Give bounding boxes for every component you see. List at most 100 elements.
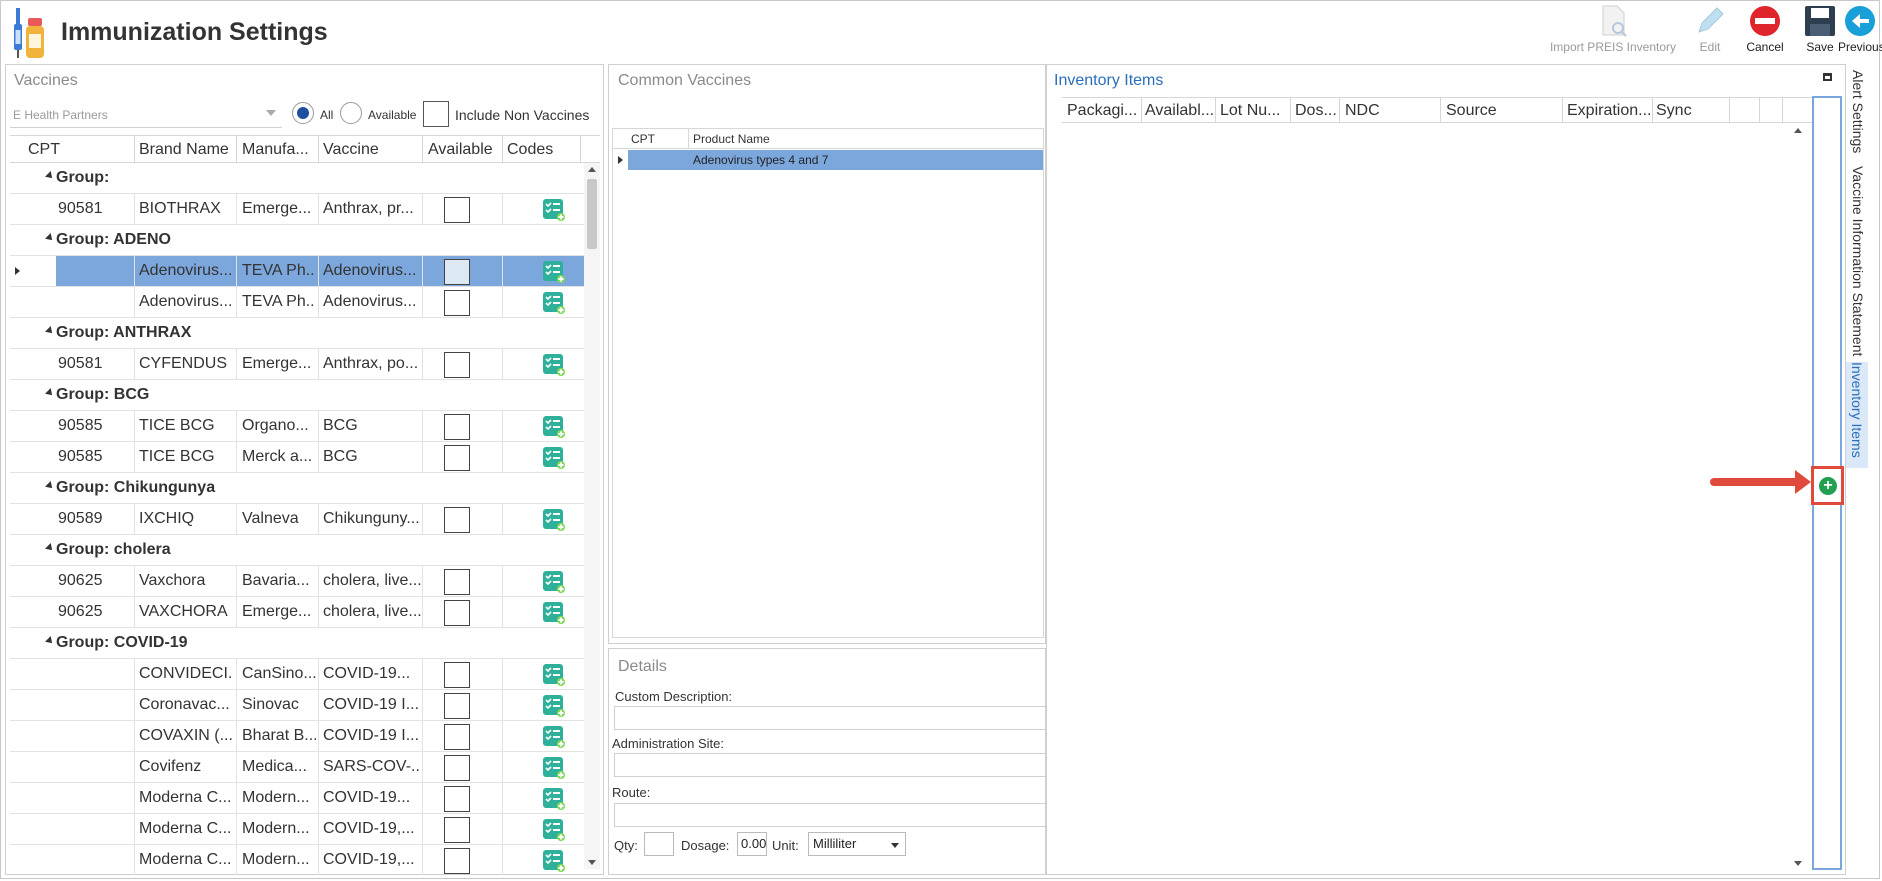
- group-row[interactable]: Group: COVID-19: [10, 628, 584, 659]
- table-row-selected[interactable]: Adenovirus... TEVA Ph... Adenovirus...: [10, 256, 584, 287]
- column-header-codes[interactable]: Codes: [507, 141, 553, 159]
- column-header-available[interactable]: Available: [428, 141, 493, 159]
- table-row[interactable]: CONVIDECI... CanSino... COVID-19...: [10, 659, 584, 690]
- available-checkbox[interactable]: [444, 414, 470, 440]
- available-checkbox[interactable]: [444, 755, 470, 781]
- add-inventory-item-button[interactable]: +: [1811, 466, 1844, 505]
- codes-checklist-icon[interactable]: [542, 415, 566, 439]
- codes-checklist-icon[interactable]: [542, 756, 566, 780]
- inventory-grid-scrollbar[interactable]: [1790, 124, 1806, 870]
- table-row[interactable]: Moderna C... Modern... COVID-19,...: [10, 814, 584, 845]
- available-checkbox[interactable]: [444, 662, 470, 688]
- scroll-up-arrow-icon[interactable]: [588, 167, 596, 172]
- available-checkbox[interactable]: [444, 693, 470, 719]
- group-row[interactable]: Group:: [10, 163, 584, 194]
- group-row[interactable]: Group: BCG: [10, 380, 584, 411]
- group-row[interactable]: Group: cholera: [10, 535, 584, 566]
- available-checkbox[interactable]: [444, 259, 470, 285]
- available-checkbox[interactable]: [444, 600, 470, 626]
- available-checkbox[interactable]: [444, 848, 470, 874]
- table-row[interactable]: Moderna C... Modern... COVID-19,...: [10, 845, 584, 875]
- scroll-down-arrow-icon[interactable]: [588, 860, 596, 865]
- tab-vaccine-information-statement[interactable]: Vaccine Information Statement: [1850, 166, 1866, 358]
- column-header-source[interactable]: Source: [1446, 102, 1497, 120]
- codes-checklist-icon[interactable]: [542, 508, 566, 532]
- column-header-manufacturer[interactable]: Manufa...: [242, 141, 309, 159]
- group-row[interactable]: Group: Chikungunya: [10, 473, 584, 504]
- expand-triangle-icon[interactable]: [45, 481, 55, 491]
- scroll-down-arrow-icon[interactable]: [1794, 861, 1802, 866]
- expand-triangle-icon[interactable]: [45, 636, 55, 646]
- radio-available[interactable]: [340, 102, 362, 124]
- available-checkbox[interactable]: [444, 817, 470, 843]
- codes-checklist-icon[interactable]: [542, 291, 566, 315]
- column-header-brand-name[interactable]: Brand Name: [139, 141, 229, 159]
- codes-checklist-icon[interactable]: [542, 663, 566, 687]
- column-header-lot-number[interactable]: Lot Nu...: [1220, 102, 1280, 120]
- codes-checklist-icon[interactable]: [542, 353, 566, 377]
- codes-checklist-icon[interactable]: [542, 570, 566, 594]
- column-header-cpt[interactable]: CPT: [28, 141, 60, 159]
- available-checkbox[interactable]: [444, 197, 470, 223]
- column-header-cpt[interactable]: CPT: [631, 132, 655, 146]
- codes-checklist-icon[interactable]: [542, 818, 566, 842]
- expand-triangle-icon[interactable]: [45, 233, 55, 243]
- tab-inventory-items[interactable]: Inventory Items: [1846, 362, 1868, 468]
- scroll-up-arrow-icon[interactable]: [1794, 128, 1802, 133]
- pin-icon[interactable]: [1823, 73, 1832, 81]
- column-header-available[interactable]: Availabl...: [1145, 102, 1214, 120]
- column-header-product-name[interactable]: Product Name: [693, 132, 770, 146]
- include-non-vaccines-checkbox[interactable]: [423, 101, 449, 127]
- expand-triangle-icon[interactable]: [45, 543, 55, 553]
- codes-checklist-icon[interactable]: [542, 787, 566, 811]
- dosage-field[interactable]: 0.00: [737, 832, 767, 856]
- table-row[interactable]: 90625 Vaxchora Bavaria... cholera, live.…: [10, 566, 584, 597]
- table-row[interactable]: 90581 CYFENDUS Emerge... Anthrax, po...: [10, 349, 584, 380]
- group-row[interactable]: Group: ANTHRAX: [10, 318, 584, 349]
- import-preis-inventory-button[interactable]: Import PREIS Inventory: [1548, 4, 1678, 54]
- list-item-selected[interactable]: Adenovirus types 4 and 7: [628, 150, 1043, 170]
- previous-button[interactable]: Previous: [1838, 4, 1882, 54]
- codes-checklist-icon[interactable]: [542, 725, 566, 749]
- available-checkbox[interactable]: [444, 724, 470, 750]
- administration-site-field[interactable]: [614, 753, 1046, 777]
- column-header-vaccine[interactable]: Vaccine: [323, 141, 379, 159]
- organization-filter-dropdown[interactable]: E Health Partners: [10, 100, 282, 128]
- table-row[interactable]: COVAXIN (... Bharat B... COVID-19 I...: [10, 721, 584, 752]
- table-row[interactable]: Adenovirus... TEVA Ph... Adenovirus...: [10, 287, 584, 318]
- column-header-packaging[interactable]: Packagi...: [1067, 102, 1137, 120]
- unit-dropdown[interactable]: Milliliter: [808, 832, 906, 856]
- codes-checklist-icon[interactable]: [542, 601, 566, 625]
- cancel-button[interactable]: Cancel: [1740, 4, 1790, 54]
- tab-alert-settings[interactable]: Alert Settings: [1850, 70, 1866, 158]
- column-header-dosage[interactable]: Dos...: [1295, 102, 1337, 120]
- table-row[interactable]: Coronavac... Sinovac COVID-19 I...: [10, 690, 584, 721]
- table-row[interactable]: 90585 TICE BCG Organo... BCG: [10, 411, 584, 442]
- table-row[interactable]: 90589 IXCHIQ Valneva Chikunguny...: [10, 504, 584, 535]
- table-row[interactable]: Moderna C... Modern... COVID-19...: [10, 783, 584, 814]
- available-checkbox[interactable]: [444, 507, 470, 533]
- column-header-expiration[interactable]: Expiration...: [1567, 102, 1651, 120]
- available-checkbox[interactable]: [444, 352, 470, 378]
- radio-all[interactable]: [292, 102, 314, 124]
- codes-checklist-icon[interactable]: [542, 446, 566, 470]
- available-checkbox[interactable]: [444, 445, 470, 471]
- table-row[interactable]: 90585 TICE BCG Merck a... BCG: [10, 442, 584, 473]
- edit-button[interactable]: Edit: [1690, 4, 1730, 54]
- table-row[interactable]: 90625 VAXCHORA Emerge... cholera, live..…: [10, 597, 584, 628]
- route-field[interactable]: [614, 803, 1046, 827]
- available-checkbox[interactable]: [444, 569, 470, 595]
- expand-triangle-icon[interactable]: [45, 171, 55, 181]
- column-header-sync[interactable]: Sync: [1656, 102, 1692, 120]
- table-row[interactable]: Covifenz Medica... SARS-COV-...: [10, 752, 584, 783]
- column-header-ndc[interactable]: NDC: [1345, 102, 1380, 120]
- available-checkbox[interactable]: [444, 786, 470, 812]
- available-checkbox[interactable]: [444, 290, 470, 316]
- qty-field[interactable]: [644, 832, 674, 856]
- expand-triangle-icon[interactable]: [45, 326, 55, 336]
- expand-triangle-icon[interactable]: [45, 388, 55, 398]
- scrollbar-thumb[interactable]: [587, 179, 597, 249]
- group-row[interactable]: Group: ADENO: [10, 225, 584, 256]
- codes-checklist-icon[interactable]: [542, 849, 566, 873]
- codes-checklist-icon[interactable]: [542, 260, 566, 284]
